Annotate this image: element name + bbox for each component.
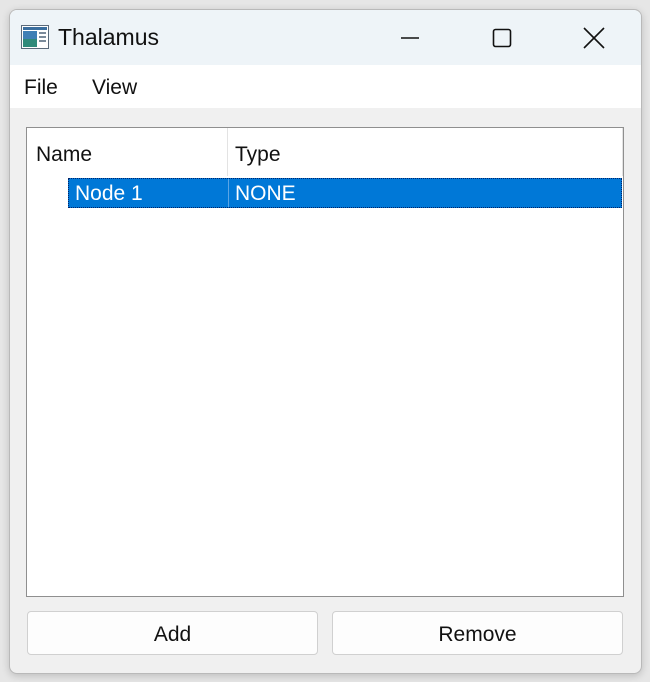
app-icon	[21, 25, 49, 49]
minimize-icon	[401, 36, 419, 39]
maximize-icon	[492, 28, 512, 47]
remove-button[interactable]: Remove	[332, 611, 623, 655]
column-header-name[interactable]: Name	[36, 128, 92, 176]
cell-divider	[228, 179, 229, 207]
column-divider	[622, 128, 623, 176]
row-name-cell: Node 1	[75, 182, 143, 205]
column-header-type[interactable]: Type	[235, 128, 281, 176]
tree-row-selected[interactable]: Node 1 NONE	[68, 178, 622, 208]
minimize-button[interactable]	[365, 10, 455, 65]
menu-view[interactable]: View	[92, 76, 137, 100]
node-tree[interactable]: Name Type Node 1 NONE	[26, 127, 624, 597]
close-icon	[583, 26, 605, 49]
main-window: Thalamus File View Name Type Node 1 NONE…	[9, 9, 642, 674]
tree-header: Name Type	[27, 128, 623, 176]
row-type-cell: NONE	[235, 182, 296, 205]
close-button[interactable]	[549, 10, 639, 65]
menu-bar: File View	[10, 65, 641, 108]
column-divider[interactable]	[227, 128, 228, 176]
add-button[interactable]: Add	[27, 611, 318, 655]
window-title: Thalamus	[58, 24, 159, 50]
title-bar[interactable]: Thalamus	[10, 10, 641, 65]
maximize-button[interactable]	[457, 10, 547, 65]
menu-file[interactable]: File	[24, 76, 58, 100]
